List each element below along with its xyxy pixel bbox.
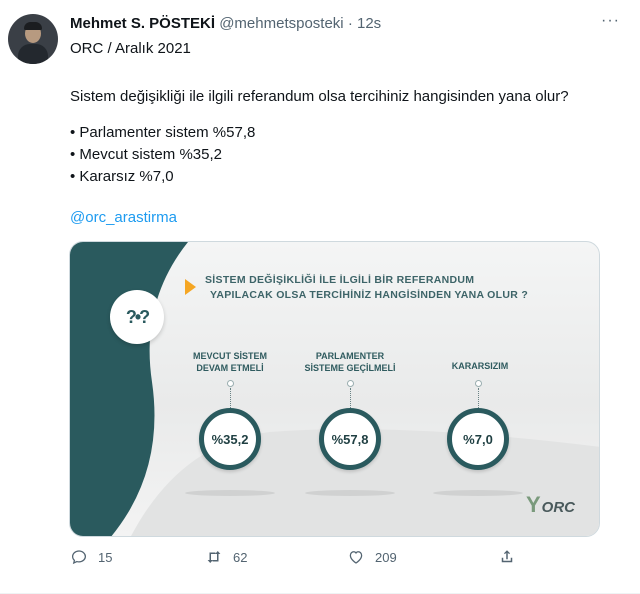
pin-line-current xyxy=(230,388,231,408)
reply-count: 15 xyxy=(98,549,113,565)
author-name[interactable]: Mehmet S. PÖSTEKİ xyxy=(70,15,215,32)
reply-icon xyxy=(71,550,87,565)
avatar[interactable] xyxy=(8,14,58,64)
avatar-hair xyxy=(24,22,42,30)
arrow-icon xyxy=(185,279,196,295)
more-options-icon[interactable]: ··· xyxy=(601,12,620,30)
tweet[interactable]: Mehmet S. PÖSTEKİ @mehmetsposteki · 12s … xyxy=(0,0,640,594)
option-label-current: MEVCUT SİSTEM DEVAM ETMELİ xyxy=(192,351,267,373)
like-button[interactable]: 209 xyxy=(347,548,397,566)
shadow-parliamentary xyxy=(305,490,395,496)
author-handle[interactable]: @mehmetsposteki xyxy=(219,15,343,32)
pin-line-parliamentary xyxy=(350,388,351,408)
card-question-line2: YAPILACAK OLSA TERCİHİNİZ HANGİSİNDEN YA… xyxy=(210,289,529,301)
orc-logo: YORC xyxy=(525,492,575,517)
value-circle-parliamentary: %57,8 xyxy=(319,408,381,470)
heart-icon xyxy=(349,551,363,564)
retweet-count: 62 xyxy=(233,549,248,565)
mention-link[interactable]: @orc_arastirma xyxy=(70,209,177,226)
value-current: %35,2 xyxy=(211,431,249,447)
shadow-current xyxy=(185,490,275,496)
retweet-icon xyxy=(207,551,221,563)
pin-dot-undecided xyxy=(475,380,482,387)
value-circle-undecided: %7,0 xyxy=(447,408,509,470)
tweet-line-source: ORC / Aralık 2021 xyxy=(70,40,191,57)
separator-dot: · xyxy=(347,15,353,32)
timestamp[interactable]: 12s xyxy=(357,15,381,32)
tweet-bullet-3: • Kararsız %7,0 xyxy=(70,168,174,185)
tweet-bullet-2: • Mevcut sistem %35,2 xyxy=(70,146,222,163)
pin-dot-current xyxy=(227,380,234,387)
tweet-line-question: Sistem değişikliği ile ilgili referandum… xyxy=(70,88,569,105)
share-icon xyxy=(501,550,513,563)
tweet-bullet-1: • Parlamenter sistem %57,8 xyxy=(70,124,256,141)
tweet-actions: 15 62 209 xyxy=(62,548,532,572)
like-count: 209 xyxy=(375,549,397,565)
value-undecided: %7,0 xyxy=(463,431,493,447)
avatar-body xyxy=(18,44,48,64)
option-label-undecided: KARARSIZIM xyxy=(451,361,509,371)
tweet-image-card[interactable]: ?•? SİSTEM DEĞİŞİKLİĞİ İLE İLGİLİ BİR RE… xyxy=(69,241,600,537)
pin-line-undecided xyxy=(478,388,479,408)
share-button[interactable] xyxy=(498,548,516,566)
retweet-button[interactable]: 62 xyxy=(205,548,247,566)
value-circle-current: %35,2 xyxy=(199,408,261,470)
question-bubble-icon: ?•? xyxy=(110,290,164,344)
option-label-parliamentary: PARLAMENTER SİSTEME GEÇİLMELİ xyxy=(304,351,396,373)
card-question-line1: SİSTEM DEĞİŞİKLİĞİ İLE İLGİLİ BİR REFERA… xyxy=(205,274,475,286)
tweet-header: Mehmet S. PÖSTEKİ @mehmetsposteki · 12s xyxy=(70,15,381,32)
shadow-undecided xyxy=(433,490,523,496)
pin-dot-parliamentary xyxy=(347,380,354,387)
value-parliamentary: %57,8 xyxy=(331,431,369,447)
reply-button[interactable]: 15 xyxy=(70,548,112,566)
